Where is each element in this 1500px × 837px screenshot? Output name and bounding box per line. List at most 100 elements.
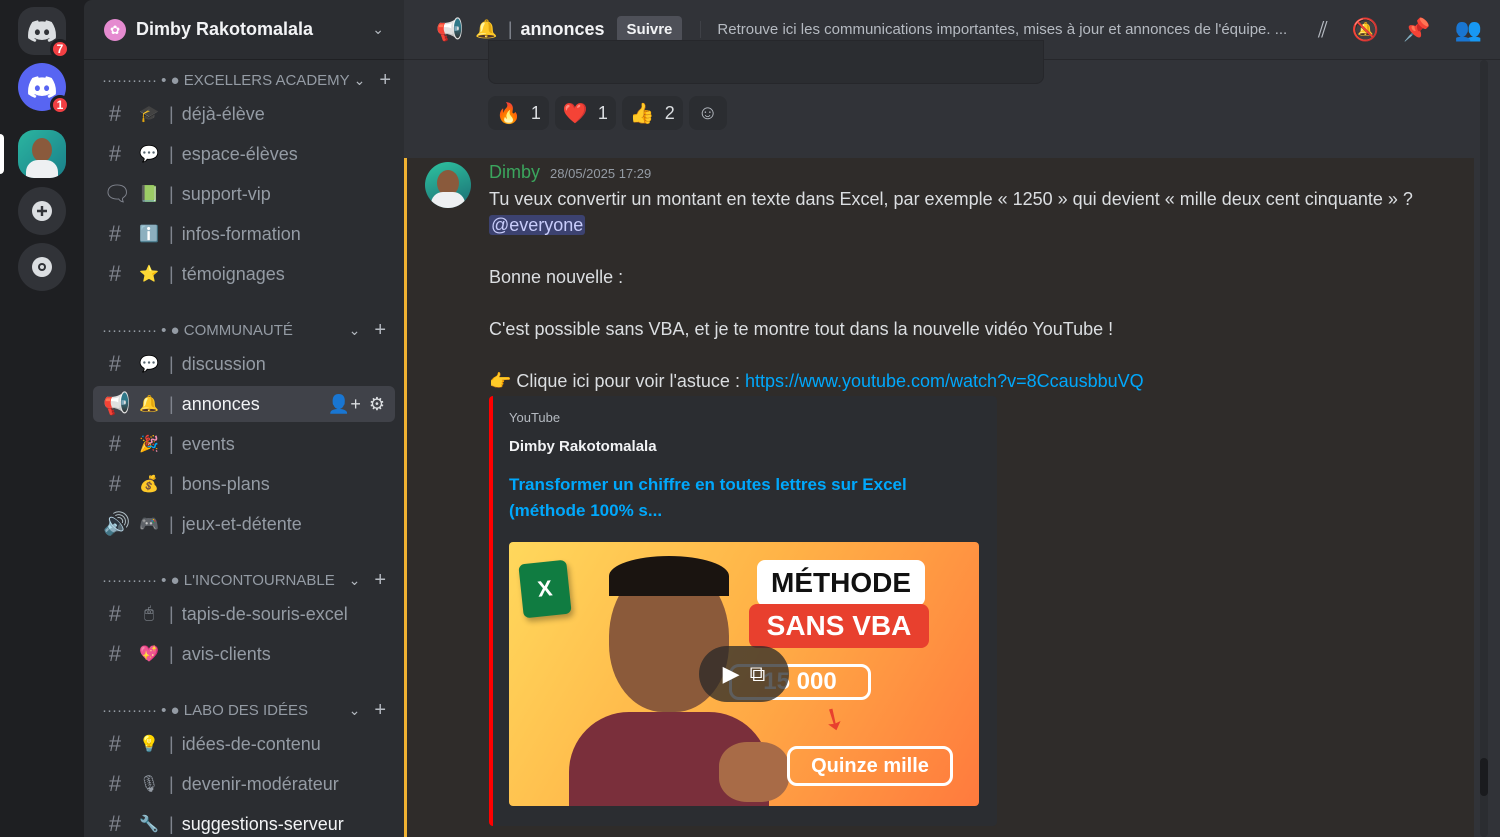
separator: | bbox=[169, 813, 174, 834]
channel-name: tapis-de-souris-excel bbox=[181, 603, 348, 624]
channel-emoji: 💰 bbox=[139, 476, 159, 493]
channel-discussion[interactable]: # 💬 | discussion bbox=[93, 346, 395, 382]
channel-name: suggestions-serveur bbox=[181, 813, 344, 834]
channel-type-icon: # bbox=[108, 601, 122, 626]
channel-avis-clients[interactable]: # 💖 | avis-clients bbox=[93, 636, 395, 672]
separator: | bbox=[169, 393, 174, 414]
guild-header[interactable]: ✿ Dimby Rakotomalala ⌄ bbox=[84, 0, 404, 60]
discord-logo-icon bbox=[28, 76, 56, 98]
create-channel-icon[interactable]: + bbox=[374, 569, 386, 592]
separator: | bbox=[169, 733, 174, 754]
pinned-messages-icon[interactable]: 📌 bbox=[1403, 17, 1430, 43]
channel-name: jeux-et-détente bbox=[181, 513, 302, 534]
reaction-count: 1 bbox=[530, 102, 541, 123]
reaction-thumbs-up[interactable]: 👍 2 bbox=[621, 96, 683, 130]
open-external-icon[interactable]: ⧉ bbox=[750, 661, 766, 687]
channel-emoji: 🔧 bbox=[139, 816, 159, 833]
channel-emoji: 💬 bbox=[139, 146, 159, 163]
member-list-icon[interactable]: 👥 bbox=[1455, 17, 1482, 43]
reaction-heart[interactable]: ❤️ 1 bbox=[554, 96, 616, 130]
follow-button[interactable]: Suivre bbox=[616, 16, 683, 43]
header-toolbar: ⫽ 🔕 📌 👥 bbox=[1318, 17, 1482, 43]
chevron-down-icon[interactable]: ⌄ bbox=[372, 21, 384, 38]
channel-type-icon: # bbox=[108, 101, 122, 126]
category-header[interactable]: ··········· • ● LABO DES IDÉES ⌄ + bbox=[84, 698, 404, 722]
explore-servers-button[interactable] bbox=[18, 243, 66, 291]
separator: | bbox=[169, 643, 174, 664]
mention-everyone[interactable]: @everyone bbox=[489, 215, 586, 235]
add-reaction-button[interactable]: ☺ bbox=[688, 96, 727, 130]
play-button[interactable]: ▶ ⧉ bbox=[699, 646, 789, 702]
channel-type-icon: # bbox=[108, 141, 122, 166]
gear-icon[interactable]: ⚙ bbox=[369, 394, 385, 415]
reaction-count: 1 bbox=[597, 102, 608, 123]
channel-name: events bbox=[181, 433, 235, 454]
channel-type-icon: # bbox=[108, 641, 122, 666]
category-header[interactable]: ··········· • ● L'INCONTOURNABLE ⌄ + bbox=[84, 568, 404, 592]
embed-title[interactable]: Transformer un chiffre en toutes lettres… bbox=[509, 472, 959, 524]
add-server-button[interactable] bbox=[18, 187, 66, 235]
create-channel-icon[interactable]: + bbox=[379, 69, 391, 92]
channel-id-es-de-contenu[interactable]: # 💡 | idées-de-contenu bbox=[93, 726, 395, 762]
create-channel-icon[interactable]: + bbox=[374, 319, 386, 342]
channel-support-vip[interactable]: 🗨 📗 | support-vip bbox=[93, 176, 395, 212]
channel-emoji: 💡 bbox=[139, 736, 159, 753]
message-author[interactable]: Dimby bbox=[489, 162, 540, 183]
channel-emoji: 🔔 bbox=[139, 396, 159, 413]
separator: | bbox=[169, 513, 174, 534]
channel-topic[interactable]: Retrouve ici les communications importan… bbox=[700, 21, 1294, 38]
channel-emoji: 🎙 bbox=[138, 776, 160, 793]
category-header[interactable]: ··········· • ● COMMUNAUTÉ ⌄ + bbox=[84, 318, 404, 342]
notifications-muted-icon[interactable]: 🔕 bbox=[1352, 17, 1379, 43]
video-thumbnail[interactable]: X MÉTHODE SANS VBA 15 000 ➘ Quinze mille… bbox=[509, 542, 979, 806]
discord-server-button[interactable]: 1 bbox=[18, 63, 70, 115]
scrollbar[interactable] bbox=[1480, 60, 1488, 837]
invite-icon[interactable]: 👤+ bbox=[328, 394, 361, 415]
channel-infos-formation[interactable]: # ℹ️ | infos-formation bbox=[93, 216, 395, 252]
direct-messages-button[interactable]: 7 bbox=[18, 7, 70, 59]
message-line: C'est possible sans VBA, et je te montre… bbox=[489, 319, 1114, 339]
thumbnail-text-sans-vba: SANS VBA bbox=[749, 604, 929, 648]
channel-d-j-l-ve[interactable]: # 🎓 | déjà-élève bbox=[93, 96, 395, 132]
separator: | bbox=[169, 473, 174, 494]
channel-bons-plans[interactable]: # 💰 | bons-plans bbox=[93, 466, 395, 502]
server-rail: 7 1 bbox=[0, 0, 84, 837]
channel-events[interactable]: # 🎉 | events bbox=[93, 426, 395, 462]
category-header[interactable]: ··········· • ● EXCELLERS ACADEMY ⌄ + bbox=[84, 68, 404, 92]
channel-t-moignages[interactable]: # ⭐ | témoignages bbox=[93, 256, 395, 292]
channel-type-icon: # bbox=[108, 811, 122, 836]
channel-name: déjà-élève bbox=[181, 103, 265, 124]
reaction-count: 2 bbox=[664, 102, 675, 123]
youtube-link[interactable]: https://www.youtube.com/watch?v=8Ccausbb… bbox=[745, 371, 1144, 391]
channel-annonces[interactable]: 📢 🔔 | annonces 👤+ ⚙ bbox=[93, 386, 395, 422]
chevron-down-icon: ⌄ bbox=[353, 71, 366, 88]
channel-suggestions-serveur[interactable]: # 🔧 | suggestions-serveur bbox=[93, 806, 395, 837]
reactions-bar: 🔥 1 ❤️ 1 👍 2 ☺ bbox=[488, 96, 727, 130]
channel-name: témoignages bbox=[181, 263, 285, 284]
channel-type-icon: # bbox=[108, 771, 122, 796]
channel-tapis-de-souris-excel[interactable]: # 🖱 | tapis-de-souris-excel bbox=[93, 596, 395, 632]
reaction-fire[interactable]: 🔥 1 bbox=[488, 96, 549, 130]
channel-jeux-et-d-tente[interactable]: 🔊 🎮 | jeux-et-détente bbox=[93, 506, 395, 542]
fire-emoji: 🔥 bbox=[496, 102, 521, 125]
separator: | bbox=[169, 263, 174, 284]
chevron-down-icon: ⌄ bbox=[348, 571, 361, 588]
embed-author[interactable]: Dimby Rakotomalala bbox=[509, 438, 657, 455]
channel-emoji: 🎉 bbox=[139, 436, 159, 453]
channel-emoji: ℹ️ bbox=[139, 226, 159, 243]
create-channel-icon[interactable]: + bbox=[374, 699, 386, 722]
channel-devenir-mod-rateur[interactable]: # 🎙 | devenir-modérateur bbox=[93, 766, 395, 802]
avatar[interactable] bbox=[425, 162, 471, 208]
separator: | bbox=[169, 353, 174, 374]
threads-icon[interactable]: ⫽ bbox=[1318, 17, 1328, 43]
scroll-thumb[interactable] bbox=[1480, 758, 1488, 796]
server-icon-dimby[interactable] bbox=[18, 130, 66, 178]
separator: | bbox=[169, 603, 174, 624]
separator: | bbox=[169, 773, 174, 794]
embed-provider[interactable]: YouTube bbox=[509, 410, 560, 425]
channel-espace-l-ves[interactable]: # 💬 | espace-élèves bbox=[93, 136, 395, 172]
channel-name: devenir-modérateur bbox=[181, 773, 339, 794]
channel-emoji: 🎓 bbox=[139, 106, 159, 123]
separator: | bbox=[169, 183, 174, 204]
thumbs-up-emoji: 👍 bbox=[629, 102, 655, 125]
